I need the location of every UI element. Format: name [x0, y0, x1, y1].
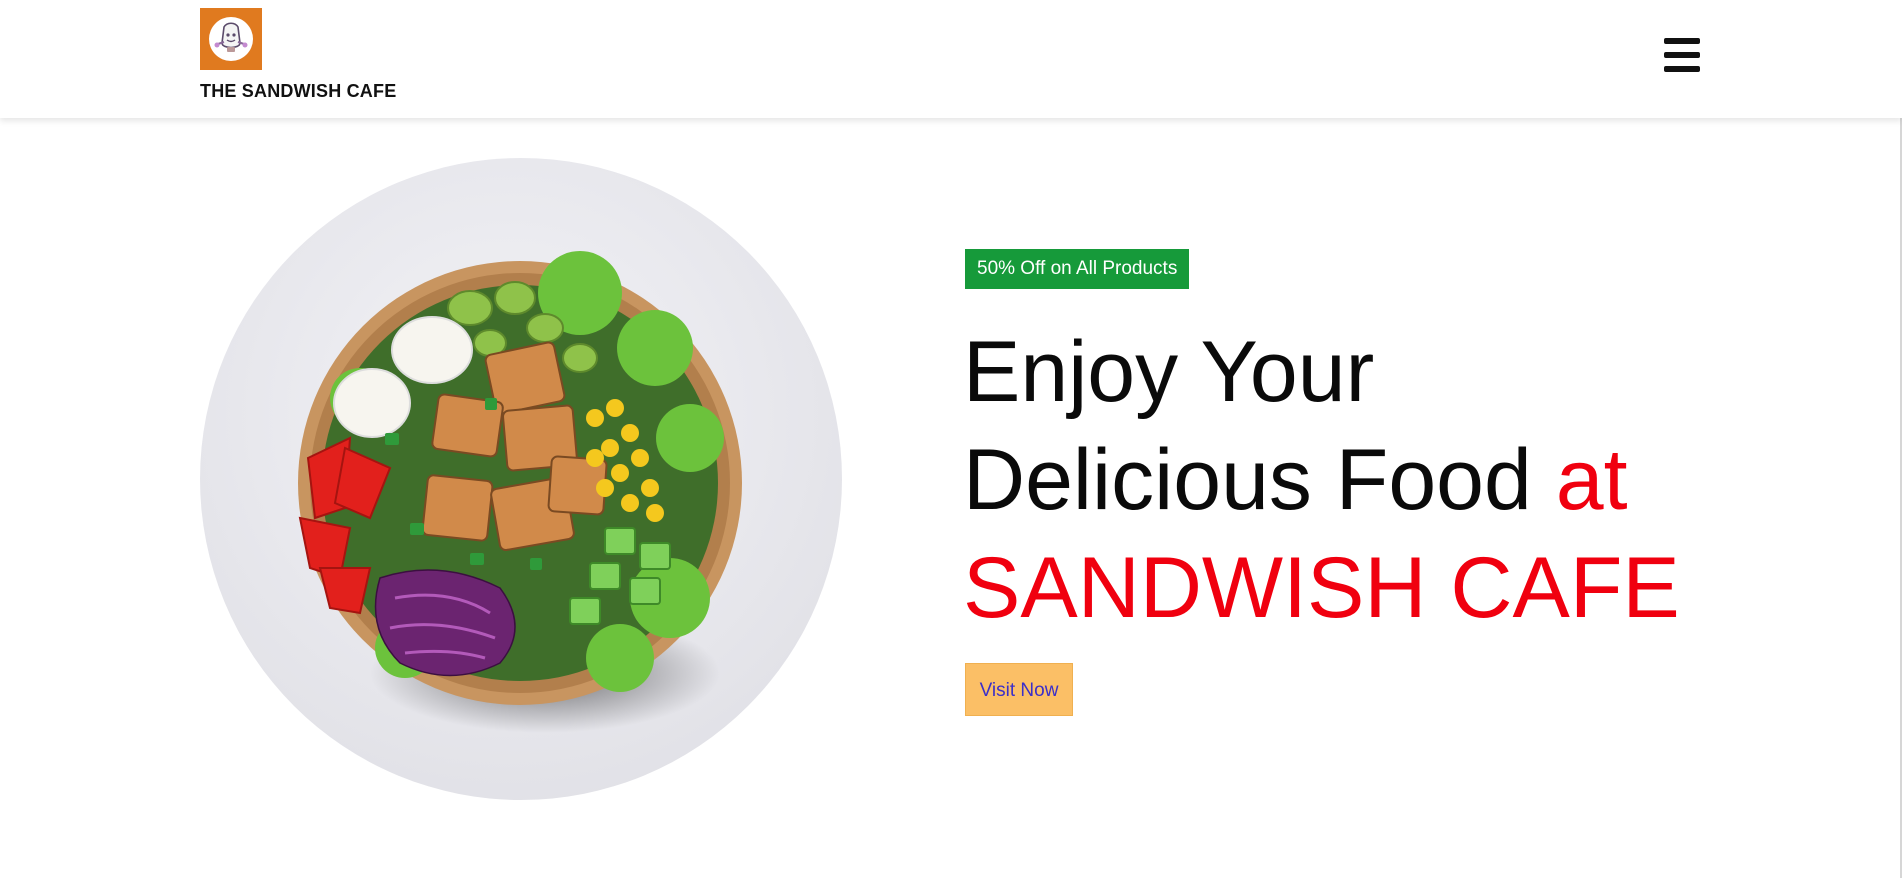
headline-line2: Delicious Food — [963, 432, 1556, 528]
cafe-logo[interactable] — [200, 8, 262, 70]
headline-line1: Enjoy Your — [963, 324, 1375, 420]
offer-badge: 50% Off on All Products — [965, 249, 1190, 289]
cafe-logo-icon — [209, 17, 253, 61]
hero-headline: Enjoy Your Delicious Food at SANDWISH CAFE — [963, 318, 1680, 642]
headline-cafe-name: SANDWISH CAFE — [963, 540, 1680, 636]
headline-accent-at: at — [1555, 432, 1628, 528]
hamburger-line — [1664, 66, 1700, 72]
page: THE SANDWISH CAFE 50% Off on All Product… — [0, 0, 1902, 878]
hamburger-line — [1664, 52, 1700, 58]
site-header: THE SANDWISH CAFE — [0, 0, 1902, 118]
salad-bowl-photo — [200, 158, 842, 800]
brand-name[interactable]: THE SANDWISH CAFE — [200, 81, 396, 102]
visit-now-button[interactable]: Visit Now — [965, 663, 1073, 716]
hamburger-line — [1664, 38, 1700, 44]
hamburger-menu-icon[interactable] — [1664, 38, 1700, 72]
